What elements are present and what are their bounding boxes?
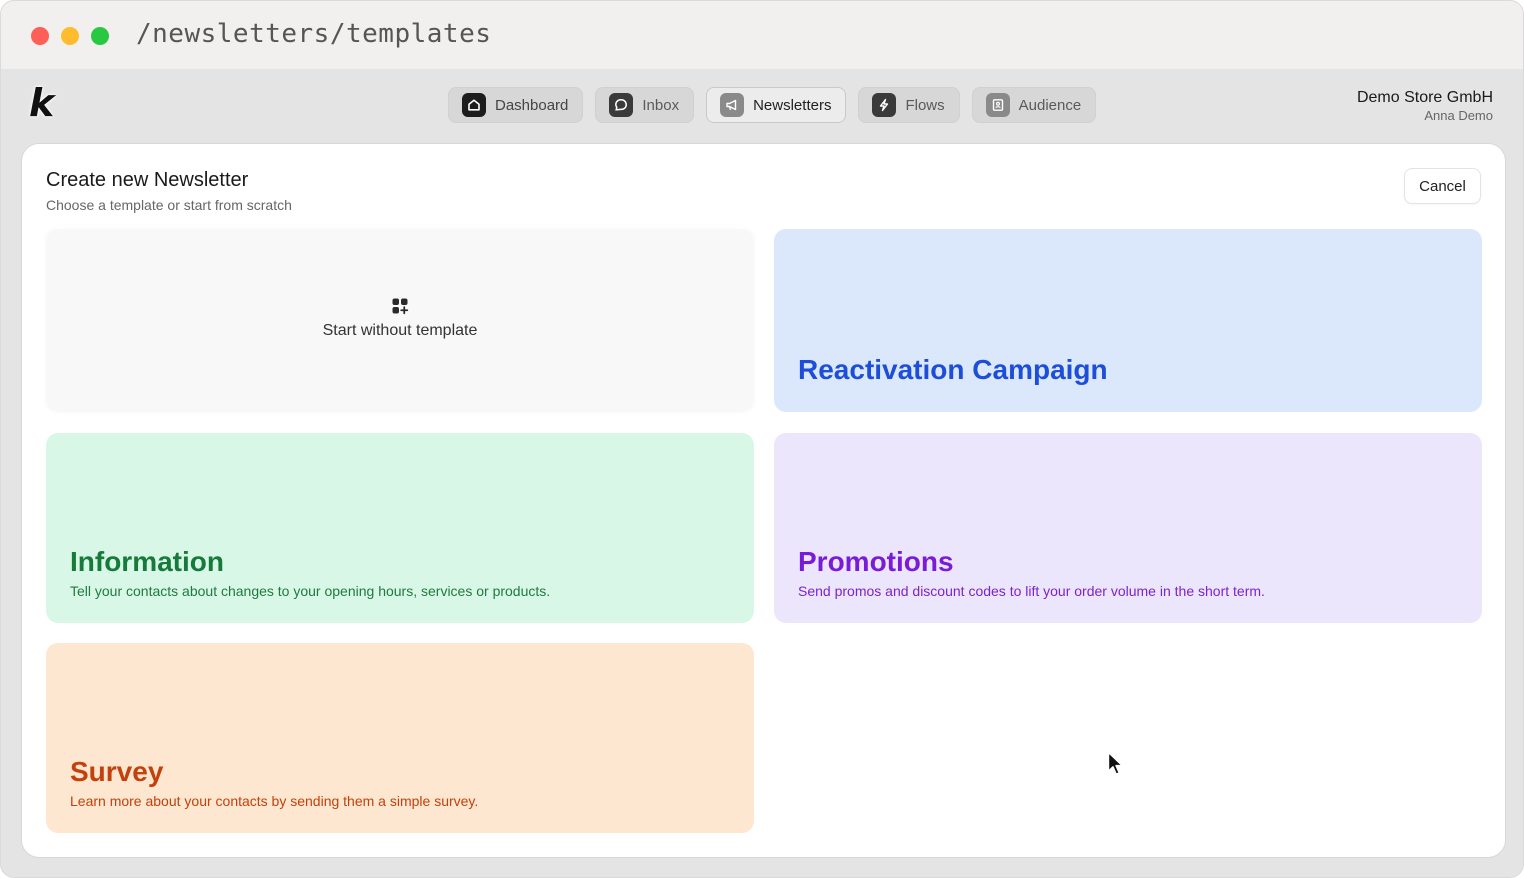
chat-bubble-icon [609,93,634,117]
page-subtitle: Choose a template or start from scratch [46,197,292,213]
app-logo[interactable]: k [29,83,65,123]
home-icon [462,93,486,117]
template-title: Reactivation Campaign [798,354,1108,385]
nav-label-dashboard: Dashboard [495,96,569,114]
lightning-icon [872,93,897,117]
app-window: /newsletters/templates k Dashboard Inbox [0,0,1524,878]
start-without-template-card[interactable]: Start without template [46,229,754,412]
close-window-button[interactable] [31,27,49,45]
nav-item-inbox[interactable]: Inbox [595,87,695,123]
megaphone-icon [720,93,745,117]
template-card-reactivation[interactable]: Reactivation Campaign [774,229,1482,412]
nav-label-inbox: Inbox [642,96,680,114]
nav-item-newsletters[interactable]: Newsletters [706,87,847,123]
contact-book-icon [985,93,1010,117]
create-newsletter-panel: Create new Newsletter Choose a template … [21,143,1506,858]
nav-item-flows[interactable]: Flows [858,87,960,123]
template-card-survey[interactable]: Survey Learn more about your contacts by… [46,643,754,833]
template-description: Learn more about your contacts by sendin… [70,793,479,809]
grid-plus-icon [392,298,409,315]
template-description: Send promos and discount codes to lift y… [798,583,1265,599]
app-header: k Dashboard Inbox Newsletters Flows Audi… [1,69,1523,143]
template-card-information[interactable]: Information Tell your contacts about cha… [46,433,754,623]
template-description: Tell your contacts about changes to your… [70,583,551,599]
minimize-window-button[interactable] [61,27,79,45]
template-title: Information [70,546,224,577]
user-name: Anna Demo [1424,108,1493,123]
template-title: Survey [70,756,164,787]
main-nav: Dashboard Inbox Newsletters Flows Audien… [448,87,1097,123]
nav-label-flows: Flows [905,96,945,114]
template-title: Promotions [798,546,954,577]
start-without-template-label: Start without template [322,322,478,339]
nav-label-newsletters: Newsletters [753,96,832,114]
url-path: /newsletters/templates [136,19,492,49]
mouse-cursor-icon [1107,751,1123,775]
nav-item-dashboard[interactable]: Dashboard [448,87,584,123]
nav-label-audience: Audience [1018,96,1082,114]
account-menu[interactable]: Demo Store GmbH Anna Demo [1357,89,1493,123]
store-name: Demo Store GmbH [1356,89,1493,106]
template-card-promotions[interactable]: Promotions Send promos and discount code… [774,433,1482,623]
cancel-button[interactable]: Cancel [1404,168,1481,204]
nav-item-audience[interactable]: Audience [971,87,1097,123]
maximize-window-button[interactable] [91,27,109,45]
page-title: Create new Newsletter [46,169,249,191]
browser-titlebar: /newsletters/templates [1,1,1523,69]
